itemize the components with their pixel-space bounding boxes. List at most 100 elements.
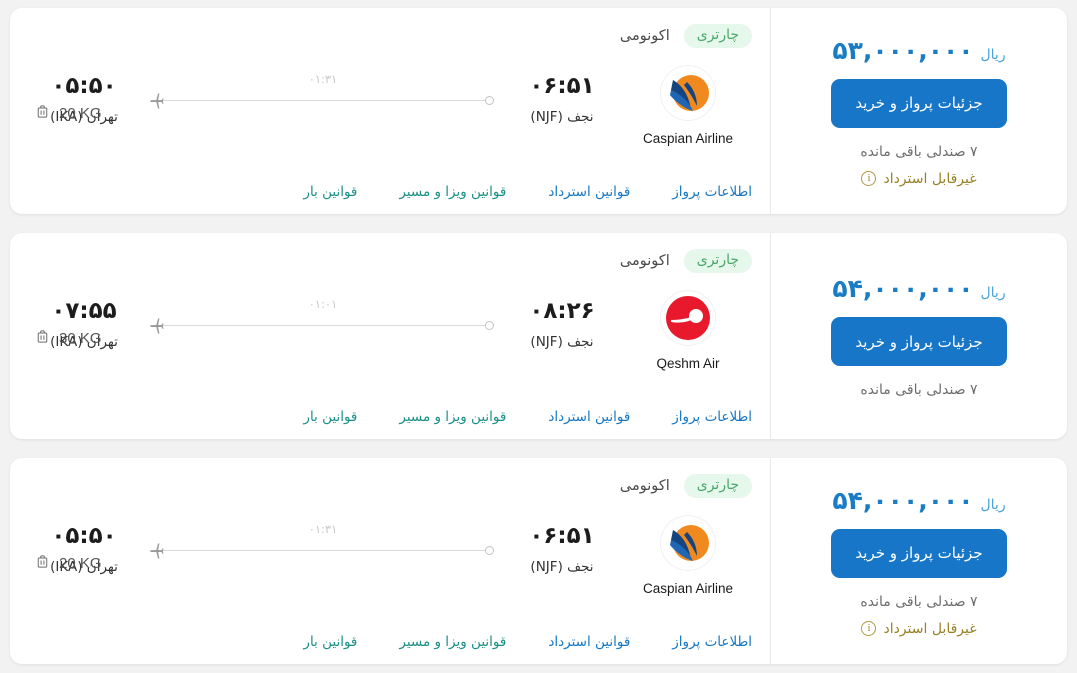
link-refund-rules[interactable]: قوانین استرداد [548, 634, 630, 650]
link-visa-route-rules[interactable]: قوانین ویزا و مسیر [399, 634, 506, 650]
departure-time: ۰۵:۵۰ [51, 523, 117, 549]
refund-policy-text: غیرقابل استرداد [883, 620, 977, 637]
timeline-origin-dot [485, 546, 494, 555]
link-baggage-rules[interactable]: قوانین بار [303, 184, 357, 200]
baggage-allowance: 20 KG [34, 103, 102, 124]
arrival-time: ۰۶:۵۱ [529, 73, 595, 99]
status-badge-charter: چارتری [683, 474, 752, 498]
link-visa-route-rules[interactable]: قوانین ویزا و مسیر [399, 184, 506, 200]
suitcase-icon [34, 328, 51, 349]
caspian-logo [661, 516, 715, 570]
badge-group: چارتری اکونومی [620, 24, 752, 48]
route-timeline: ۰۱:۰۱ [144, 297, 502, 341]
link-refund-rules[interactable]: قوانین استرداد [548, 409, 630, 425]
route-row: ۰۸:۲۶ نجف (NJF) ۰۱:۰۱ ۰۷:۵۵ تهران (IKA) [28, 297, 618, 351]
link-baggage-rules[interactable]: قوانین بار [303, 409, 357, 425]
seats-remaining: ۷ صندلی باقی مانده [860, 593, 978, 610]
baggage-allowance: 30 KG [34, 328, 102, 349]
departure-time: ۰۷:۵۵ [51, 298, 117, 324]
cabin-class-label: اکونومی [619, 253, 670, 269]
refund-policy-text: غیرقابل استرداد [883, 170, 977, 187]
flight-results-list: چارتری اکونومی Caspian Airline ۰۶:۵۱ نجف… [0, 0, 1077, 672]
timeline-origin-dot [485, 321, 494, 330]
timeline-origin-dot [485, 96, 494, 105]
seats-remaining: ۷ صندلی باقی مانده [860, 143, 978, 160]
cabin-class-label: اکونومی [619, 28, 670, 44]
price-amount: ۵۴,۰۰۰,۰۰۰ [832, 274, 974, 303]
info-icon[interactable]: i [861, 621, 877, 636]
card-links-row: اطلاعات پرواز قوانین استرداد قوانین ویزا… [28, 409, 752, 425]
flight-detail-panel: چارتری اکونومی Caspian Airline ۰۶:۵۱ نجف… [10, 458, 770, 664]
arrival-city: نجف (NJF) [530, 109, 594, 126]
buy-button[interactable]: جزئیات پرواز و خرید [831, 78, 1007, 128]
link-visa-route-rules[interactable]: قوانین ویزا و مسیر [399, 409, 506, 425]
price-panel: ۵۴,۰۰۰,۰۰۰ ریال جزئیات پرواز و خرید ۷ صن… [770, 458, 1067, 664]
cabin-class-label: اکونومی [619, 478, 670, 494]
timeline-line [158, 325, 488, 326]
airline-name: Caspian Airline [642, 131, 734, 146]
qeshm-logo [661, 291, 715, 345]
flight-card: چارتری اکونومی Qeshm Air ۰۸:۲۶ نجف (NJF) [10, 233, 1067, 439]
price-currency: ریال [980, 46, 1006, 63]
card-links-row: اطلاعات پرواز قوانین استرداد قوانین ویزا… [28, 634, 752, 650]
departure-time: ۰۵:۵۰ [51, 73, 117, 99]
price-panel: ۵۳,۰۰۰,۰۰۰ ریال جزئیات پرواز و خرید ۷ صن… [770, 8, 1067, 214]
info-icon[interactable]: i [861, 171, 877, 186]
price-line: ۵۴,۰۰۰,۰۰۰ ریال [832, 486, 1005, 515]
link-flight-info[interactable]: اطلاعات پرواز [672, 184, 752, 200]
baggage-weight: 30 KG [59, 330, 102, 347]
arrival-endpoint: ۰۶:۵۱ نجف (NJF) [506, 523, 618, 576]
flight-card: چارتری اکونومی Caspian Airline ۰۶:۵۱ نجف… [10, 8, 1067, 214]
airline-name: Qeshm Air [656, 356, 720, 371]
card-links-row: اطلاعات پرواز قوانین استرداد قوانین ویزا… [28, 184, 752, 200]
arrival-city: نجف (NJF) [530, 334, 594, 351]
arrival-time: ۰۶:۵۱ [529, 523, 595, 549]
caspian-logo [661, 66, 715, 120]
price-panel: ۵۴,۰۰۰,۰۰۰ ریال جزئیات پرواز و خرید ۷ صن… [770, 233, 1067, 439]
arrival-endpoint: ۰۶:۵۱ نجف (NJF) [506, 73, 618, 126]
status-badge-charter: چارتری [683, 24, 752, 48]
refund-policy-note: i غیرقابل استرداد [861, 170, 977, 187]
flight-card: چارتری اکونومی Caspian Airline ۰۶:۵۱ نجف… [10, 458, 1067, 664]
status-badge-charter: چارتری [683, 249, 752, 273]
airplane-icon [146, 316, 166, 336]
flight-detail-panel: چارتری اکونومی Qeshm Air ۰۸:۲۶ نجف (NJF) [10, 233, 770, 439]
airline-name: Caspian Airline [642, 581, 734, 596]
price-currency: ریال [980, 285, 1006, 301]
baggage-weight: 20 KG [59, 555, 102, 572]
buy-button[interactable]: جزئیات پرواز و خرید [831, 528, 1007, 578]
badge-group: چارتری اکونومی [620, 474, 752, 498]
suitcase-icon [34, 553, 51, 574]
link-baggage-rules[interactable]: قوانین بار [303, 634, 357, 650]
flight-detail-panel: چارتری اکونومی Caspian Airline ۰۶:۵۱ نجف… [10, 8, 770, 214]
link-refund-rules[interactable]: قوانین استرداد [548, 184, 630, 200]
airline-block: Qeshm Air [624, 291, 752, 371]
flight-duration: ۰۱:۳۱ [308, 72, 338, 86]
arrival-time: ۰۸:۲۶ [529, 298, 595, 324]
suitcase-icon [34, 103, 51, 124]
route-row: ۰۶:۵۱ نجف (NJF) ۰۱:۳۱ ۰۵:۵۰ تهران (IKA) [28, 522, 618, 576]
card-header: چارتری اکونومی [28, 24, 752, 48]
price-line: ۵۴,۰۰۰,۰۰۰ ریال [832, 274, 1005, 303]
arrival-endpoint: ۰۸:۲۶ نجف (NJF) [506, 298, 618, 351]
buy-button[interactable]: جزئیات پرواز و خرید [831, 317, 1007, 366]
route-row: ۰۶:۵۱ نجف (NJF) ۰۱:۳۱ ۰۵:۵۰ تهران (IKA) [28, 72, 618, 126]
badge-group: چارتری اکونومی [620, 249, 752, 273]
route-timeline: ۰۱:۳۱ [144, 72, 502, 116]
airplane-icon [146, 541, 166, 561]
seats-remaining: ۷ صندلی باقی مانده [860, 382, 978, 398]
airplane-icon [146, 91, 166, 111]
card-header: چارتری اکونومی [28, 474, 752, 498]
link-flight-info[interactable]: اطلاعات پرواز [672, 409, 752, 425]
link-flight-info[interactable]: اطلاعات پرواز [672, 634, 752, 650]
airline-block: Caspian Airline [624, 516, 752, 596]
flight-duration: ۰۱:۳۱ [308, 522, 338, 536]
price-currency: ریال [980, 496, 1006, 513]
timeline-line [158, 550, 488, 551]
price-amount: ۵۳,۰۰۰,۰۰۰ [832, 35, 974, 65]
refund-policy-note: i غیرقابل استرداد [861, 620, 977, 637]
price-line: ۵۳,۰۰۰,۰۰۰ ریال [832, 36, 1005, 65]
flight-duration: ۰۱:۰۱ [308, 297, 338, 311]
timeline-line [158, 100, 488, 101]
arrival-city: نجف (NJF) [530, 559, 594, 576]
